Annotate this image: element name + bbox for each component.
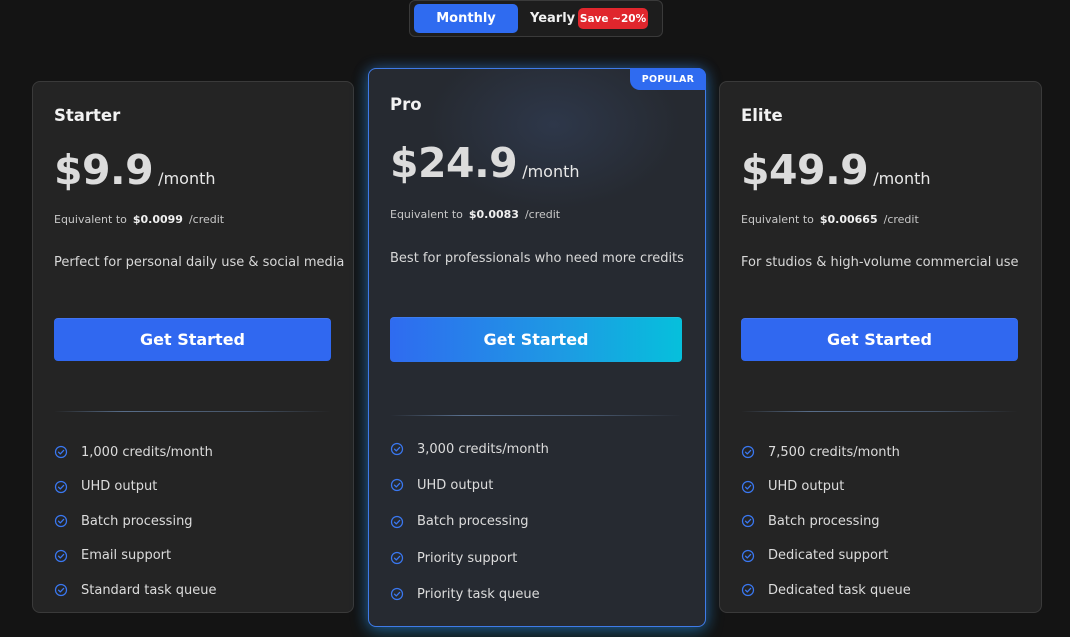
credit-equivalent: Equivalent to $0.00665 /credit <box>741 213 919 226</box>
feature-label: Priority task queue <box>417 586 540 602</box>
equiv-amount: $0.00665 <box>819 213 878 226</box>
feature-label: Email support <box>81 548 172 564</box>
check-circle-icon <box>54 584 68 597</box>
price-row: $9.9 /month <box>54 146 216 194</box>
credit-equivalent: Equivalent to $0.0083 /credit <box>390 208 560 221</box>
feature-label: Batch processing <box>81 513 193 529</box>
feature-list: 3,000 credits/month UHD output Batch pro… <box>390 431 549 612</box>
check-circle-icon <box>390 551 404 565</box>
price-row: $49.9 /month <box>741 146 931 194</box>
plan-price: $9.9 <box>54 146 154 194</box>
list-item: Batch processing <box>741 504 911 539</box>
plan-name: Starter <box>54 106 121 125</box>
equiv-unit: /credit <box>883 213 919 226</box>
check-circle-icon <box>54 515 68 528</box>
check-circle-icon <box>390 479 404 492</box>
billing-monthly-button[interactable]: Monthly <box>414 4 518 33</box>
divider <box>54 411 331 412</box>
check-circle-icon <box>741 549 755 562</box>
list-item: UHD output <box>390 467 549 503</box>
check-circle-icon <box>390 443 404 456</box>
equiv-label: Equivalent to <box>390 208 463 221</box>
save-badge: Save ~20% <box>578 8 648 29</box>
check-circle-icon <box>54 446 68 459</box>
billing-toggle: Monthly Yearly Save ~20% <box>409 0 663 37</box>
check-circle-icon <box>741 515 755 528</box>
list-item: UHD output <box>741 470 911 505</box>
billing-yearly-button[interactable]: Yearly <box>530 4 575 33</box>
feature-label: Standard task queue <box>81 582 217 598</box>
list-item: Priority support <box>390 540 549 576</box>
equiv-unit: /credit <box>524 208 561 221</box>
feature-list: 1,000 credits/month UHD output Batch pro… <box>54 435 217 608</box>
plan-price: $24.9 <box>390 139 518 187</box>
feature-label: Dedicated support <box>768 548 889 564</box>
plan-period: /month <box>158 169 216 188</box>
plan-period: /month <box>873 169 931 188</box>
plan-name: Elite <box>741 106 783 125</box>
plan-description: For studios & high-volume commercial use <box>741 255 1019 270</box>
plan-card-starter: Starter $9.9 /month Equivalent to $0.009… <box>32 81 354 613</box>
divider <box>741 411 1018 412</box>
credit-equivalent: Equivalent to $0.0099 /credit <box>54 213 224 226</box>
plan-name: Pro <box>390 95 422 114</box>
equiv-label: Equivalent to <box>741 213 814 226</box>
popular-badge: POPULAR <box>630 68 706 90</box>
equiv-amount: $0.0083 <box>468 208 519 221</box>
feature-label: 1,000 credits/month <box>81 444 213 460</box>
list-item: Standard task queue <box>54 573 217 608</box>
feature-label: Dedicated task queue <box>768 582 911 598</box>
divider <box>390 415 682 416</box>
check-circle-icon <box>741 480 755 493</box>
equiv-unit: /credit <box>188 213 225 226</box>
feature-label: UHD output <box>81 479 158 495</box>
check-circle-icon <box>741 446 755 459</box>
list-item: Email support <box>54 539 217 574</box>
plan-description: Best for professionals who need more cre… <box>390 251 684 266</box>
feature-label: Priority support <box>417 550 518 566</box>
check-circle-icon <box>390 515 404 528</box>
equiv-label: Equivalent to <box>54 213 127 226</box>
price-row: $24.9 /month <box>390 139 580 187</box>
list-item: Batch processing <box>54 504 217 539</box>
list-item: 1,000 credits/month <box>54 435 217 470</box>
plan-description: Perfect for personal daily use & social … <box>54 255 345 270</box>
plan-card-elite: Elite $49.9 /month Equivalent to $0.0066… <box>719 81 1042 613</box>
get-started-button-starter[interactable]: Get Started <box>54 318 331 361</box>
equiv-amount: $0.0099 <box>132 213 183 226</box>
check-circle-icon <box>54 549 68 562</box>
feature-label: UHD output <box>417 477 494 493</box>
list-item: Dedicated task queue <box>741 573 911 608</box>
check-circle-icon <box>54 480 68 493</box>
list-item: Dedicated support <box>741 539 911 574</box>
get-started-button-elite[interactable]: Get Started <box>741 318 1018 361</box>
feature-label: 3,000 credits/month <box>417 441 549 457</box>
feature-label: UHD output <box>768 479 845 495</box>
feature-list: 7,500 credits/month UHD output Batch pro… <box>741 435 911 608</box>
plan-period: /month <box>522 162 580 181</box>
list-item: Priority task queue <box>390 576 549 612</box>
feature-label: Batch processing <box>417 514 529 530</box>
list-item: 7,500 credits/month <box>741 435 911 470</box>
list-item: Batch processing <box>390 504 549 540</box>
check-circle-icon <box>741 584 755 597</box>
list-item: 3,000 credits/month <box>390 431 549 467</box>
plan-price: $49.9 <box>741 146 869 194</box>
get-started-button-pro[interactable]: Get Started <box>390 317 682 362</box>
feature-label: Batch processing <box>768 513 880 529</box>
check-circle-icon <box>390 588 404 601</box>
plan-card-pro: POPULAR Pro $24.9 /month Equivalent to $… <box>368 68 706 627</box>
list-item: UHD output <box>54 470 217 505</box>
feature-label: 7,500 credits/month <box>768 444 900 460</box>
